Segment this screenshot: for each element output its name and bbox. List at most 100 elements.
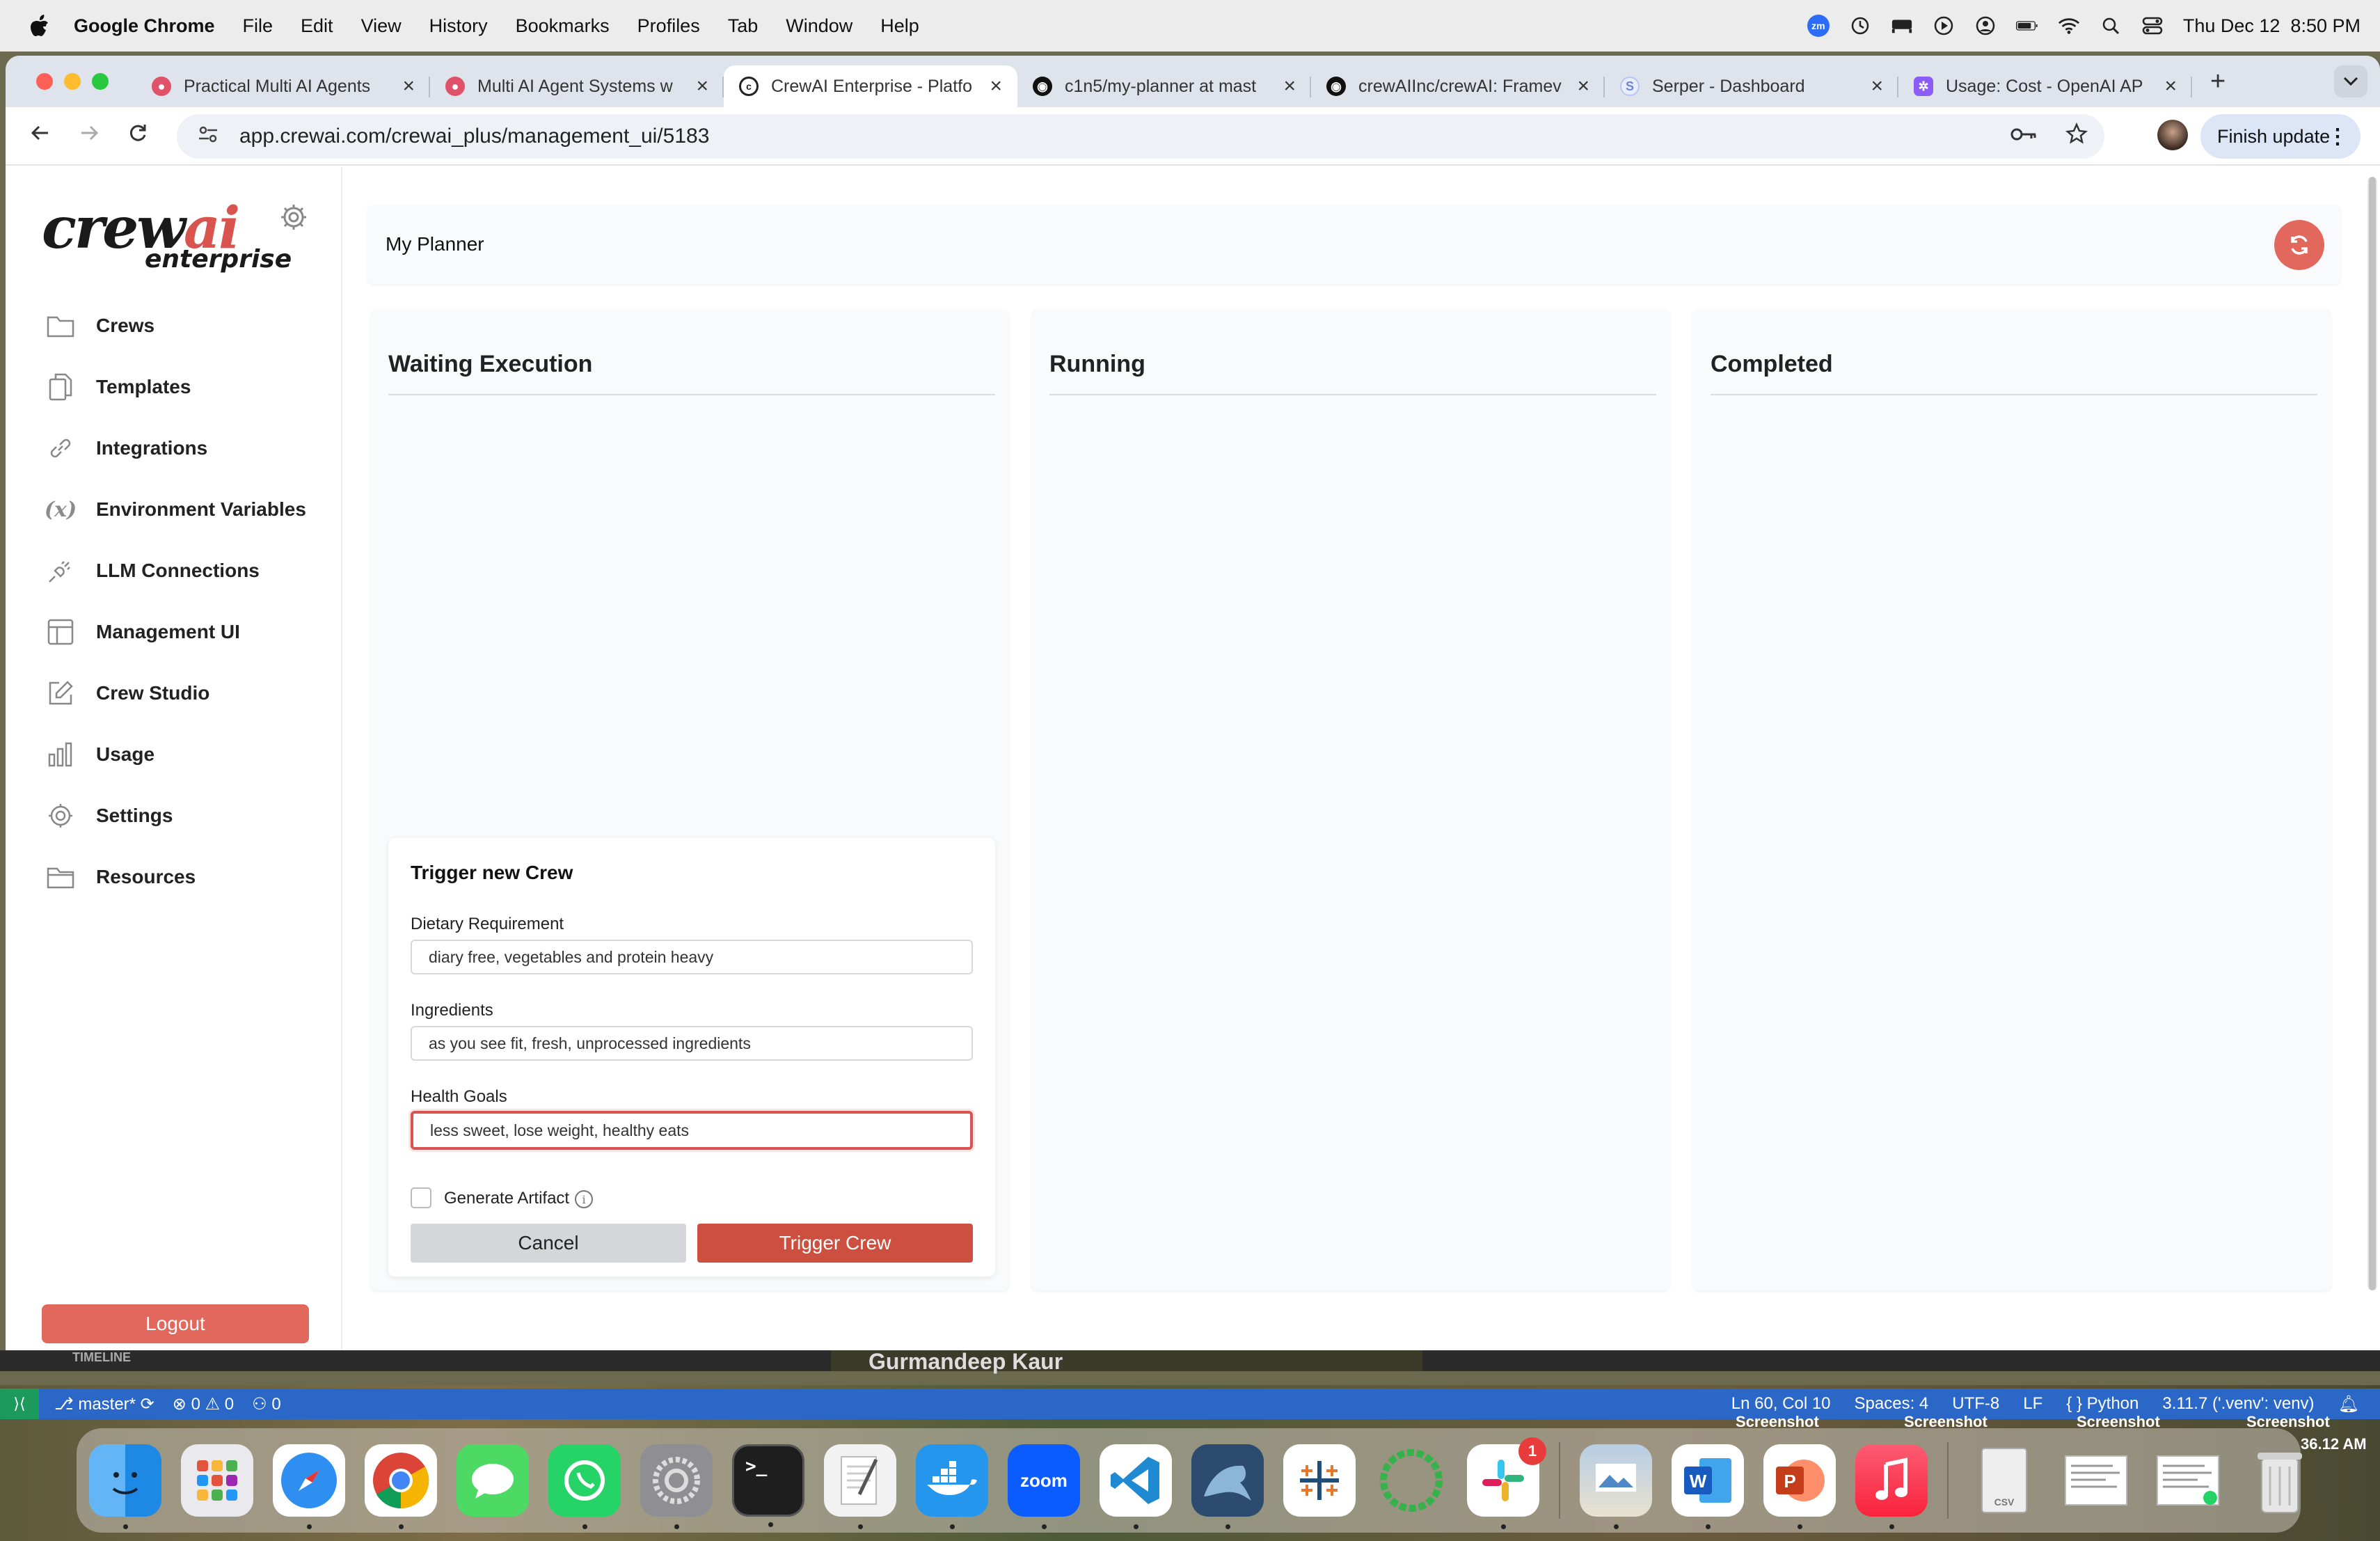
problems-status[interactable]: ⊗ 0 ⚠ 0 — [173, 1394, 234, 1414]
control-center-icon[interactable] — [2141, 15, 2164, 37]
menu-file[interactable]: File — [243, 15, 273, 37]
music-icon[interactable] — [1855, 1444, 1928, 1529]
close-tab-icon[interactable]: × — [2164, 74, 2177, 98]
eol-status[interactable]: LF — [2023, 1394, 2042, 1414]
preview-icon[interactable] — [1580, 1444, 1652, 1529]
page-scrollbar[interactable] — [2367, 177, 2377, 1290]
browser-tab[interactable]: ● Multi AI Agent Systems w × — [430, 65, 724, 107]
zoom-window-button[interactable] — [92, 73, 109, 90]
close-tab-icon[interactable]: × — [1577, 74, 1589, 98]
csv-file-icon[interactable]: CSV — [1968, 1444, 2040, 1517]
address-bar[interactable]: app.crewai.com/crewai_plus/management_ui… — [177, 114, 2104, 159]
browser-tab[interactable]: ◉ c1n5/my-planner at mast × — [1017, 65, 1311, 107]
cancel-button[interactable]: Cancel — [411, 1224, 686, 1263]
menubar-clock[interactable]: Thu Dec 12 8:50 PM — [2183, 15, 2361, 37]
close-tab-icon[interactable]: × — [696, 74, 708, 98]
wifi-icon[interactable] — [2058, 15, 2080, 37]
play-circle-icon[interactable] — [1933, 15, 1955, 37]
menu-tab[interactable]: Tab — [728, 15, 759, 37]
gear-icon[interactable] — [278, 202, 309, 232]
browser-tab[interactable]: ✲ Usage: Cost - OpenAI AP × — [1898, 65, 2192, 107]
slack-icon[interactable]: 1 — [1467, 1437, 1546, 1529]
forward-arrow-icon[interactable] — [75, 123, 103, 150]
password-key-icon[interactable] — [2010, 123, 2038, 150]
menu-view[interactable]: View — [361, 15, 402, 37]
python-interpreter[interactable]: 3.11.7 ('.venv': venv) — [2162, 1394, 2314, 1414]
scrollbar-thumb[interactable] — [2369, 177, 2376, 1290]
menu-app-name[interactable]: Google Chrome — [74, 15, 215, 37]
sidebar-item-integrations[interactable]: Integrations — [45, 418, 337, 479]
finder-icon[interactable] — [89, 1444, 161, 1529]
sidebar-item-templates[interactable]: Templates — [45, 356, 337, 418]
close-tab-icon[interactable]: × — [1283, 74, 1296, 98]
language-mode[interactable]: { } Python — [2066, 1394, 2139, 1414]
browser-tab[interactable]: ◉ crewAIInc/crewAI: Framev × — [1311, 65, 1605, 107]
mysql-workbench-icon[interactable] — [1191, 1444, 1264, 1529]
reload-icon[interactable] — [124, 123, 152, 150]
safari-icon[interactable] — [273, 1444, 345, 1529]
tab-search-button[interactable] — [2334, 65, 2367, 97]
info-icon[interactable]: i — [575, 1190, 593, 1208]
bookmark-star-icon[interactable] — [2065, 122, 2088, 150]
textedit-icon[interactable] — [824, 1444, 896, 1529]
chrome-icon[interactable] — [365, 1444, 437, 1529]
url-text[interactable]: app.crewai.com/crewai_plus/management_ui… — [239, 125, 709, 148]
powerpoint-icon[interactable]: P — [1763, 1444, 1836, 1529]
zoom-menubar-icon[interactable]: zm — [1807, 15, 1830, 37]
messages-icon[interactable] — [457, 1444, 529, 1517]
time-machine-icon[interactable] — [1849, 15, 1871, 37]
crewai-enterprise-logo[interactable]: crewai enterprise — [42, 195, 292, 278]
sidebar-item-settings[interactable]: Settings — [45, 785, 337, 846]
profile-avatar[interactable] — [2157, 120, 2188, 150]
new-tab-button[interactable]: + — [2210, 67, 2226, 97]
browser-tab-active[interactable]: c CrewAI Enterprise - Platfo × — [724, 65, 1017, 107]
close-tab-icon[interactable]: × — [1871, 74, 1883, 98]
activity-ring-icon[interactable] — [1375, 1444, 1447, 1517]
sidebar-item-resources[interactable]: Resources — [45, 846, 337, 908]
docker-icon[interactable] — [916, 1444, 988, 1529]
back-arrow-icon[interactable] — [26, 123, 54, 150]
timeline-panel-label[interactable]: TIMELINE — [72, 1350, 131, 1365]
menu-bookmarks[interactable]: Bookmarks — [516, 15, 610, 37]
menu-window[interactable]: Window — [786, 15, 852, 37]
whatsapp-icon[interactable] — [548, 1444, 621, 1529]
cursor-position[interactable]: Ln 60, Col 10 — [1731, 1394, 1831, 1414]
menu-help[interactable]: Help — [880, 15, 919, 37]
screenshot-stack-2-icon[interactable] — [2152, 1444, 2224, 1517]
user-account-icon[interactable] — [1974, 15, 1997, 37]
minimize-window-button[interactable] — [64, 73, 81, 90]
word-icon[interactable]: W — [1672, 1444, 1744, 1529]
ingredients-input[interactable]: as you see fit, fresh, unprocessed ingre… — [411, 1026, 973, 1061]
remote-icon[interactable]: ⟩⟨ — [0, 1389, 39, 1419]
close-window-button[interactable] — [36, 73, 53, 90]
browser-tab[interactable]: ● Practical Multi AI Agents × — [136, 65, 430, 107]
apple-menu-icon[interactable] — [26, 13, 53, 39]
zoom-icon[interactable]: zoom — [1008, 1444, 1080, 1529]
launchpad-icon[interactable] — [181, 1444, 253, 1517]
close-tab-icon[interactable]: × — [990, 74, 1002, 98]
dietary-requirement-input[interactable]: diary free, vegetables and protein heavy — [411, 940, 973, 974]
bed-icon[interactable] — [1891, 15, 1913, 37]
refresh-button[interactable] — [2274, 220, 2324, 270]
health-goals-input[interactable]: less sweet, lose weight, healthy eats — [411, 1111, 973, 1150]
browser-tab[interactable]: S Serper - Dashboard × — [1605, 65, 1898, 107]
generate-artifact-checkbox[interactable] — [411, 1187, 431, 1208]
battery-icon[interactable] — [2015, 15, 2038, 37]
sidebar-item-management-ui[interactable]: Management UI — [45, 601, 337, 663]
notification-bell-icon[interactable]: 🔔︎ — [2338, 1394, 2359, 1414]
ports-status[interactable]: ⚇ 0 — [252, 1394, 281, 1414]
spotlight-search-icon[interactable] — [2100, 15, 2122, 37]
trigger-crew-button[interactable]: Trigger Crew — [697, 1224, 973, 1263]
trash-icon[interactable] — [2244, 1444, 2316, 1517]
logout-button[interactable]: Logout — [42, 1304, 309, 1343]
encoding-status[interactable]: UTF-8 — [1952, 1394, 1999, 1414]
sidebar-item-llm-connections[interactable]: LLM Connections — [45, 540, 337, 601]
sidebar-item-crews[interactable]: Crews — [45, 295, 337, 356]
finish-update-button[interactable]: Finish update ⋮ — [2200, 114, 2361, 159]
git-branch-status[interactable]: ⎇ master* ⟳ — [54, 1394, 154, 1414]
site-settings-icon[interactable] — [198, 125, 223, 149]
tableau-icon[interactable] — [1283, 1444, 1356, 1517]
close-tab-icon[interactable]: × — [402, 74, 415, 98]
menu-profiles[interactable]: Profiles — [637, 15, 700, 37]
menu-edit[interactable]: Edit — [301, 15, 333, 37]
